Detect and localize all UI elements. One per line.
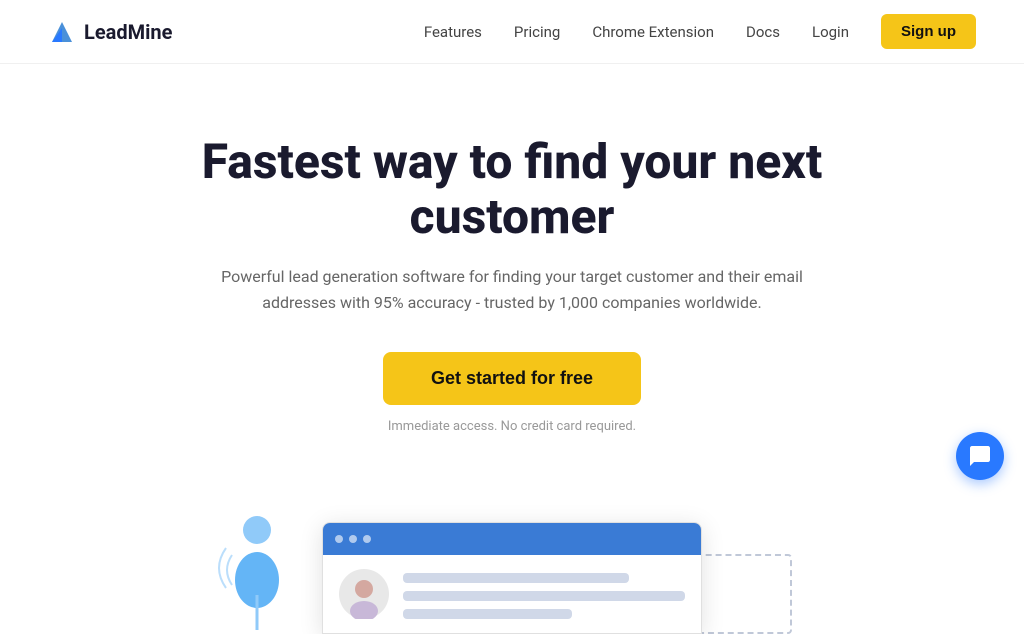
logo[interactable]: LeadMine xyxy=(48,18,172,46)
content-line-3 xyxy=(403,609,572,619)
nav-pricing[interactable]: Pricing xyxy=(514,23,560,41)
logo-text: LeadMine xyxy=(84,20,172,44)
browser-dot-2 xyxy=(349,535,357,543)
avatar-icon xyxy=(339,569,389,619)
hero-title: Fastest way to find your next customer xyxy=(122,134,902,244)
hero-subtitle: Powerful lead generation software for fi… xyxy=(192,264,832,315)
browser-dot-1 xyxy=(335,535,343,543)
browser-content xyxy=(323,555,701,633)
nav-chrome-extension[interactable]: Chrome Extension xyxy=(592,23,714,41)
content-line-1 xyxy=(403,573,629,583)
nav-login[interactable]: Login xyxy=(812,23,849,41)
cta-note: Immediate access. No credit card require… xyxy=(20,419,1004,434)
browser-bar xyxy=(323,523,701,555)
browser-dot-3 xyxy=(363,535,371,543)
profile-content-lines xyxy=(403,569,685,619)
browser-mockup xyxy=(322,522,702,634)
hero-section: Fastest way to find your next customer P… xyxy=(0,64,1024,634)
nav-features[interactable]: Features xyxy=(424,23,482,41)
hero-illustration xyxy=(20,474,1004,634)
logo-icon xyxy=(48,18,76,46)
content-line-2 xyxy=(403,591,685,601)
nav-docs[interactable]: Docs xyxy=(746,23,780,41)
signup-button[interactable]: Sign up xyxy=(881,14,976,49)
main-nav: Features Pricing Chrome Extension Docs L… xyxy=(424,14,976,49)
chat-button[interactable] xyxy=(956,432,1004,480)
left-decoration xyxy=(212,500,302,634)
cta-button[interactable]: Get started for free xyxy=(383,352,641,405)
chat-icon xyxy=(968,444,992,468)
header: LeadMine Features Pricing Chrome Extensi… xyxy=(0,0,1024,64)
